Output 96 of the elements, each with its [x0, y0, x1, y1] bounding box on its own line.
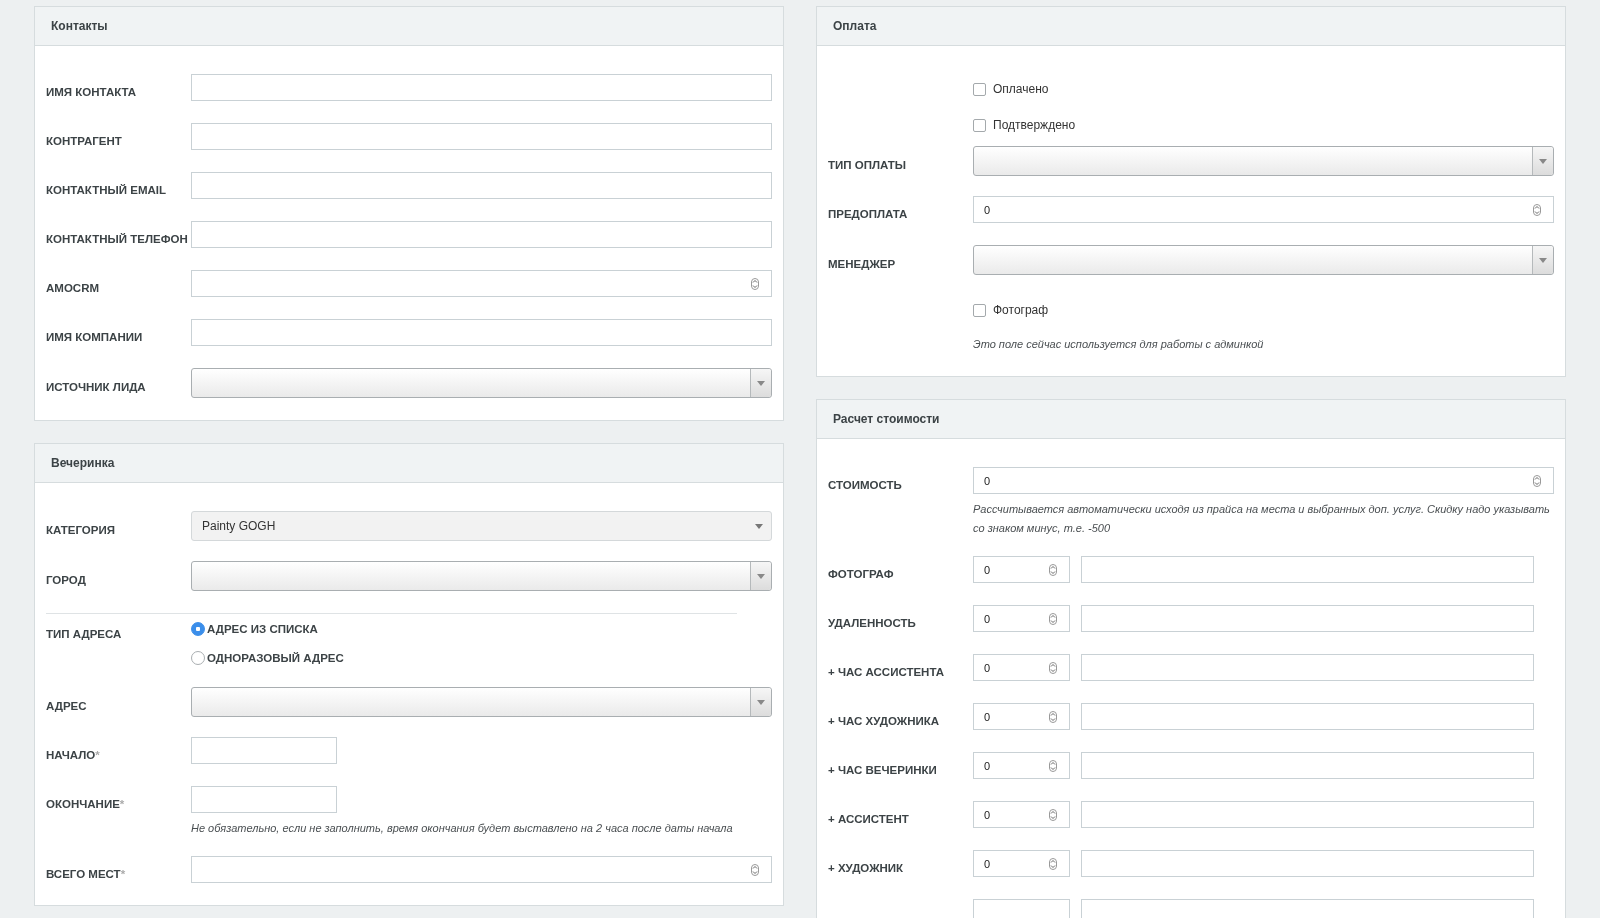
field-label: ИСТОЧНИК ЛИДА [46, 381, 146, 393]
text-field[interactable] [1081, 899, 1534, 918]
dropdown[interactable] [191, 368, 772, 398]
field-label: + ХУДОЖНИК [828, 862, 904, 874]
help-text: Рассчитывается автоматически исходя из прайса на места и выбранных доп. услуг. Скидку надо указывать со знаком минус, т.е. -500 [973, 502, 1551, 536]
field-label: ИМЯ КОНТАКТА [46, 86, 137, 98]
text-field[interactable] [191, 221, 772, 248]
field-label: ТИП АДРЕСА [46, 628, 122, 640]
number-field[interactable] [191, 856, 772, 883]
text-field[interactable] [1081, 801, 1534, 828]
field-label: МЕНЕДЖЕР [828, 258, 896, 270]
field-label: КАТЕГОРИЯ [46, 524, 115, 536]
checkbox[interactable] [973, 303, 986, 317]
field-label: ИМЯ КОМПАНИИ [46, 331, 143, 343]
spinner-icon[interactable] [751, 277, 759, 290]
field-label: ОКОНЧАНИЕ* [46, 798, 125, 810]
dropdown-button[interactable] [750, 688, 771, 716]
help-text: Не обязательно, если не заполнить, время окончания будет выставлено на 2 часа после даты начала [191, 821, 734, 836]
radio-option[interactable]: АДРЕС ИЗ СПИСКА [191, 622, 318, 636]
spinner-icon[interactable] [1049, 759, 1057, 772]
field-label: + ЧАС АССИСТЕНТА [828, 666, 945, 678]
field-label: + АССИСТЕНТ [828, 813, 909, 825]
text-field[interactable] [191, 74, 772, 101]
number-field[interactable]: 0 [973, 467, 1554, 494]
checkbox-option[interactable]: Подтверждено [973, 118, 1076, 132]
caret-icon [757, 573, 765, 579]
number-field[interactable]: 0 [973, 605, 1070, 632]
field-label: УДАЛЕННОСТЬ [828, 617, 916, 629]
spinner-icon[interactable] [1049, 710, 1057, 723]
caret-icon [755, 523, 763, 529]
dropdown[interactable] [973, 146, 1554, 176]
number-field[interactable] [973, 899, 1070, 918]
caret-icon [1539, 257, 1547, 263]
text-field[interactable] [1081, 654, 1534, 681]
dropdown-button[interactable] [1532, 246, 1553, 274]
field-label: КОНТРАГЕНТ [46, 135, 122, 147]
text-field[interactable] [1081, 703, 1534, 730]
number-field[interactable]: 0 [973, 850, 1070, 877]
text-field[interactable] [1081, 752, 1534, 779]
checkbox[interactable] [973, 82, 986, 96]
panel-title: Вечеринка [51, 456, 115, 470]
number-field[interactable]: 0 [973, 703, 1070, 730]
panel-title: Оплата [833, 19, 877, 33]
spinner-icon[interactable] [1049, 661, 1057, 674]
field-label: ВСЕГО МЕСТ* [46, 868, 126, 880]
text-field[interactable] [1081, 850, 1534, 877]
spinner-icon[interactable] [1049, 857, 1057, 870]
panel-title: Расчет стоимости [833, 412, 940, 426]
dropdown[interactable] [973, 245, 1554, 275]
number-field[interactable]: 0 [973, 752, 1070, 779]
number-field[interactable]: 0 [973, 654, 1070, 681]
checkbox-option[interactable]: Фотограф [973, 303, 1049, 317]
dropdown-button[interactable] [1532, 147, 1553, 175]
number-field[interactable]: 0 [973, 801, 1070, 828]
spinner-icon[interactable] [1049, 612, 1057, 625]
number-field[interactable]: 0 [973, 196, 1554, 223]
text-field[interactable] [191, 123, 772, 150]
text-field[interactable] [191, 172, 772, 199]
field-label: AMOCRM [46, 282, 100, 294]
field-label: СТОИМОСТЬ [828, 479, 902, 491]
checkbox-option[interactable]: Оплачено [973, 82, 1049, 96]
field-label: + ЧАС ВЕЧЕРИНКИ [828, 764, 937, 776]
dropdown[interactable] [191, 687, 772, 717]
caret-icon [1539, 158, 1547, 164]
field-label: ПРЕДОПЛАТА [828, 208, 908, 220]
field-label: ТИП ОПЛАТЫ [828, 159, 907, 171]
spinner-icon[interactable] [751, 863, 759, 876]
help-text: Это поле сейчас используется для работы с админкой [973, 337, 1265, 352]
caret-icon [757, 699, 765, 705]
number-field[interactable] [191, 270, 772, 297]
spinner-icon[interactable] [1049, 808, 1057, 821]
checkbox[interactable] [973, 118, 986, 132]
radio-option[interactable]: ОДНОРАЗОВЫЙ АДРЕС [191, 651, 344, 665]
dropdown-button[interactable] [750, 562, 771, 590]
date-field[interactable] [191, 737, 337, 764]
spinner-icon[interactable] [1049, 563, 1057, 576]
field-label: НАЧАЛО* [46, 749, 100, 761]
spinner-icon[interactable] [1533, 474, 1541, 487]
text-field[interactable] [191, 319, 772, 346]
dropdown-button[interactable] [750, 369, 771, 397]
field-label: ГОРОД [46, 574, 86, 586]
text-field[interactable] [1081, 556, 1534, 583]
field-label: + ЧАС ХУДОЖНИКА [828, 715, 940, 727]
radio-button[interactable] [191, 651, 205, 665]
number-field[interactable]: 0 [973, 556, 1070, 583]
caret-icon [757, 380, 765, 386]
field-label: КОНТАКТНЫЙ ТЕЛЕФОН [46, 233, 188, 245]
text-field[interactable] [1081, 605, 1534, 632]
panel-title: Контакты [51, 19, 108, 33]
field-label: АДРЕС [46, 700, 87, 712]
date-field[interactable] [191, 786, 337, 813]
spinner-icon[interactable] [1533, 203, 1541, 216]
field-label: ФОТОГРАФ [828, 568, 894, 580]
field-label: КОНТАКТНЫЙ EMAIL [46, 184, 166, 196]
radio-button[interactable] [191, 622, 205, 636]
dropdown[interactable] [191, 561, 772, 591]
